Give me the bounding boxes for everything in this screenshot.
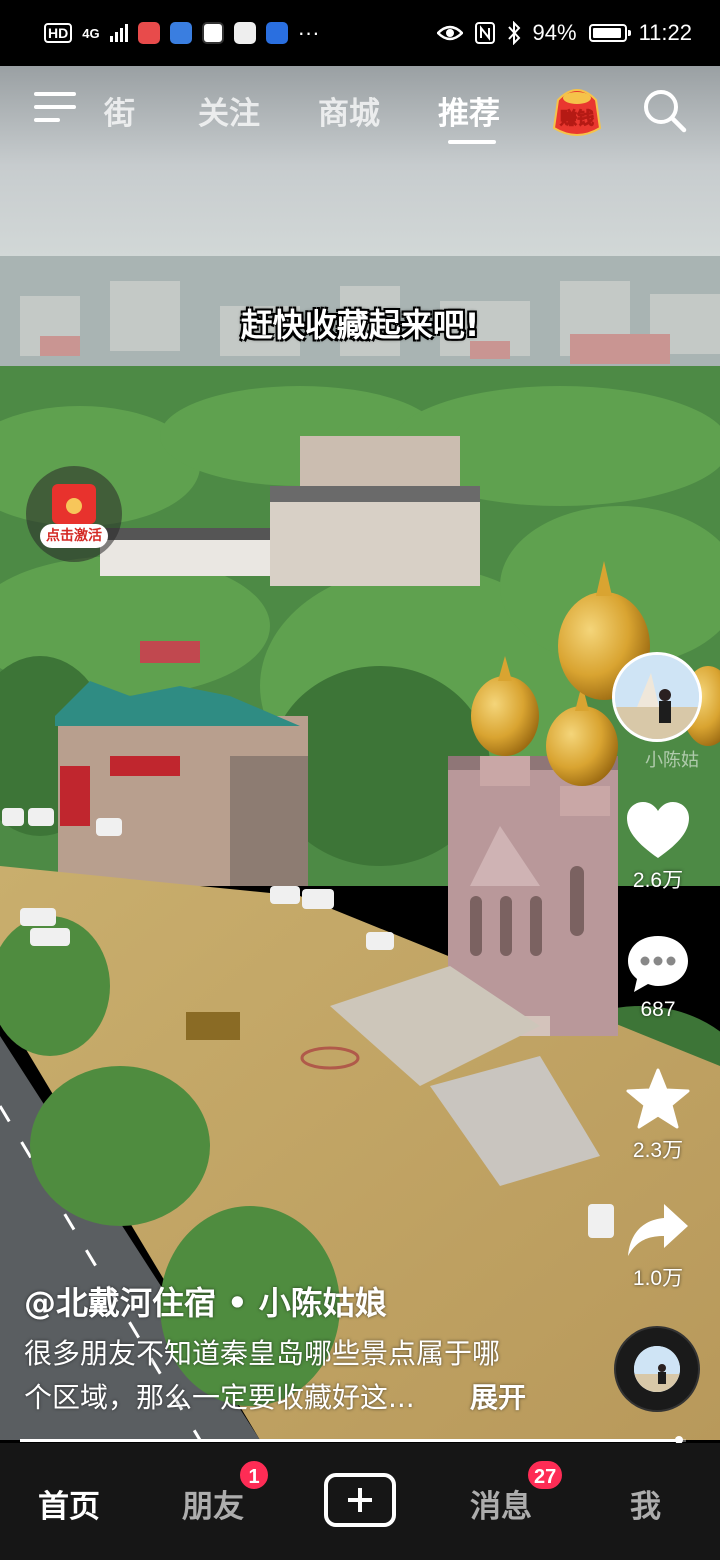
red-envelope-icon bbox=[52, 484, 96, 524]
car-app-icon bbox=[265, 22, 288, 44]
tab-recommend[interactable]: 推荐 bbox=[438, 88, 500, 133]
progress-fill bbox=[20, 1439, 680, 1442]
description-line-2: 个区域，那么一定要收藏好这... bbox=[24, 1381, 415, 1414]
friends-badge: 1 bbox=[238, 1459, 270, 1491]
post-description[interactable]: 很多朋友不知道秦皇岛哪些景点属于哪 个区域，那么一定要收藏好这... bbox=[24, 1332, 544, 1420]
video-progress-bar[interactable] bbox=[20, 1436, 686, 1444]
like-button[interactable]: 2.6万 bbox=[618, 800, 698, 894]
hd-icon: HD bbox=[44, 23, 73, 43]
video-watermark: 小陈姑 bbox=[645, 750, 699, 771]
author-avatar[interactable] bbox=[612, 652, 702, 742]
star-icon bbox=[626, 1068, 690, 1129]
heart-icon bbox=[627, 802, 689, 858]
red-packet-label: 点击激活 bbox=[40, 524, 108, 548]
tab-mall[interactable]: 商城 bbox=[318, 88, 380, 133]
share-icon bbox=[628, 1204, 688, 1256]
music-disc[interactable] bbox=[614, 1326, 700, 1412]
video-overlay-caption: 赶快收藏起来吧! bbox=[240, 306, 480, 344]
comment-button[interactable]: 687 bbox=[618, 934, 698, 1022]
create-post-button[interactable] bbox=[324, 1473, 396, 1527]
status-right: 94% 11:22 bbox=[436, 20, 692, 46]
post-author[interactable]: @北戴河住宿 • 小陈姑娘 bbox=[24, 1278, 387, 1324]
menu-icon[interactable] bbox=[34, 92, 76, 128]
tab-street[interactable]: 街 bbox=[104, 88, 135, 133]
status-bar: HD 4G ··· 94% 11:22 bbox=[0, 0, 720, 66]
like-count: 2.6万 bbox=[632, 869, 684, 892]
comment-icon bbox=[628, 936, 688, 992]
expand-button[interactable]: 展开 bbox=[470, 1376, 526, 1416]
active-tab-indicator bbox=[448, 140, 496, 144]
tab-messages[interactable]: 消息 bbox=[470, 1481, 532, 1526]
video-player[interactable]: 小陈姑 bbox=[0, 66, 720, 1440]
tab-following[interactable]: 关注 bbox=[198, 88, 260, 133]
tab-home[interactable]: 首页 bbox=[38, 1481, 100, 1526]
music-cover-image bbox=[634, 1346, 680, 1392]
signal-icon bbox=[109, 24, 128, 42]
favorite-button[interactable]: 2.3万 bbox=[618, 1068, 698, 1164]
status-left: HD 4G ··· bbox=[44, 20, 320, 46]
top-nav: 街 关注 商城 推荐 赚钱 bbox=[0, 66, 720, 156]
tab-me[interactable]: 我 bbox=[630, 1481, 661, 1526]
music-cover bbox=[634, 1346, 680, 1392]
search-icon[interactable] bbox=[642, 88, 688, 134]
bottom-tab-bar: 首页 朋友 1 消息 27 我 bbox=[0, 1443, 720, 1560]
video-frame: 小陈姑 bbox=[0, 66, 720, 1440]
browser-icon bbox=[169, 22, 192, 44]
clock: 11:22 bbox=[638, 20, 692, 45]
app-notification-icon bbox=[137, 22, 160, 44]
bluetooth-icon bbox=[507, 21, 520, 45]
earn-label: 赚钱 bbox=[559, 108, 594, 129]
huawei-icon bbox=[233, 22, 256, 44]
description-line-1: 很多朋友不知道秦皇岛哪些景点属于哪 bbox=[24, 1337, 501, 1370]
tab-friends[interactable]: 朋友 bbox=[182, 1481, 244, 1526]
favorite-count: 2.3万 bbox=[632, 1139, 684, 1162]
battery-icon bbox=[588, 24, 631, 42]
app-notification-icon bbox=[201, 22, 224, 44]
red-packet-widget[interactable]: 点击激活 bbox=[26, 466, 122, 562]
comment-count: 687 bbox=[640, 998, 676, 1021]
nfc-icon bbox=[474, 22, 495, 44]
eye-icon bbox=[436, 25, 463, 41]
share-button[interactable]: 1.0万 bbox=[618, 1202, 698, 1292]
earn-money-icon[interactable]: 赚钱 bbox=[548, 84, 606, 140]
share-count: 1.0万 bbox=[632, 1267, 684, 1290]
battery-percent: 94% bbox=[532, 20, 577, 45]
avatar-image bbox=[615, 655, 699, 739]
network-type: 4G bbox=[82, 25, 100, 41]
more-notifications: ··· bbox=[297, 20, 320, 45]
messages-badge: 27 bbox=[526, 1459, 565, 1491]
